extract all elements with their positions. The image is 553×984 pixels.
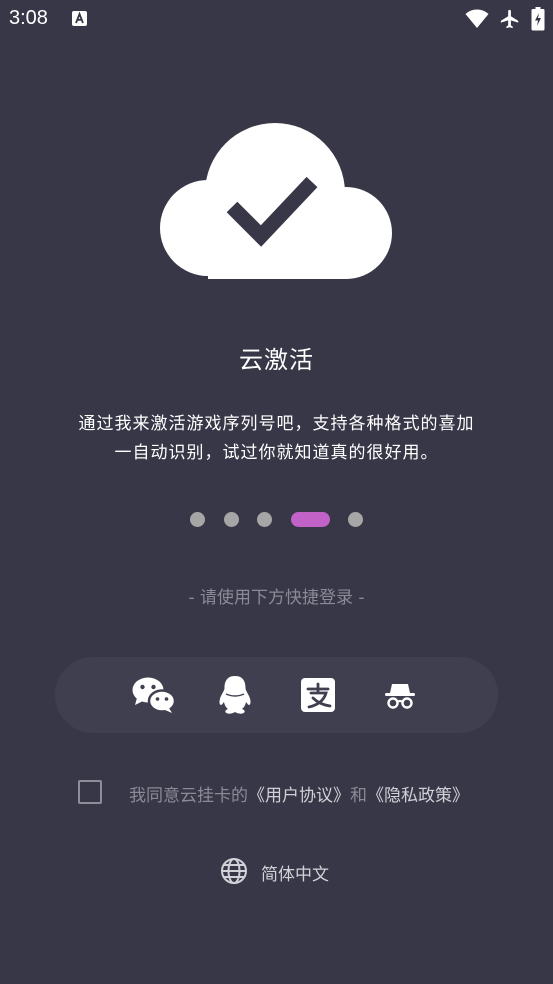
agreement-checkbox[interactable] (78, 780, 102, 804)
qq-icon (219, 676, 251, 714)
login-hint: - 请使用下方快捷登录 - (188, 588, 365, 608)
page-dot-2[interactable] (224, 512, 239, 527)
battery-charging-icon (531, 7, 545, 31)
status-bar: 3:08 (0, 0, 553, 38)
incognito-icon (385, 684, 415, 709)
page-title: 云激活 (239, 346, 314, 374)
quick-login-panel (55, 657, 498, 733)
cloud-check-icon (160, 123, 392, 279)
globe-icon (221, 858, 247, 884)
status-time: 3:08 (9, 7, 48, 29)
agreement-text: 我同意云挂卡的《用户协议》和《隐私政策》 (129, 781, 469, 806)
wechat-login-button[interactable] (132, 675, 176, 715)
status-icons (465, 7, 545, 31)
page-dot-5[interactable] (348, 512, 363, 527)
wechat-icon (132, 677, 176, 713)
user-agreement-link[interactable]: 《用户协议》 (248, 786, 350, 806)
alipay-login-button[interactable] (296, 675, 340, 715)
page-dot-3[interactable] (257, 512, 272, 527)
wifi-icon (465, 9, 489, 28)
incognito-login-button[interactable] (378, 675, 422, 715)
airplane-icon (500, 9, 519, 29)
agreement-and: 和 (350, 786, 367, 806)
qq-login-button[interactable] (213, 675, 257, 715)
page-indicator (0, 511, 553, 527)
text-a-icon (72, 11, 87, 26)
alipay-icon (301, 678, 335, 712)
page-dot-1[interactable] (190, 512, 205, 527)
agreement-prefix: 我同意云挂卡的 (129, 786, 248, 806)
login-screen: 3:08 云激活 通过我来激活游戏序列号吧，支持各种格式的喜加 一自动识别，试过… (0, 0, 553, 984)
privacy-policy-link[interactable]: 《隐私政策》 (367, 786, 469, 806)
description-line-2: 一自动识别，试过你就知道真的很好用。 (114, 443, 439, 463)
description-line-1: 通过我来激活游戏序列号吧，支持各种格式的喜加 (78, 414, 475, 434)
language-label: 简体中文 (261, 865, 329, 885)
page-dot-4-active[interactable] (291, 512, 330, 527)
description: 通过我来激活游戏序列号吧，支持各种格式的喜加 一自动识别，试过你就知道真的很好用… (40, 410, 513, 468)
